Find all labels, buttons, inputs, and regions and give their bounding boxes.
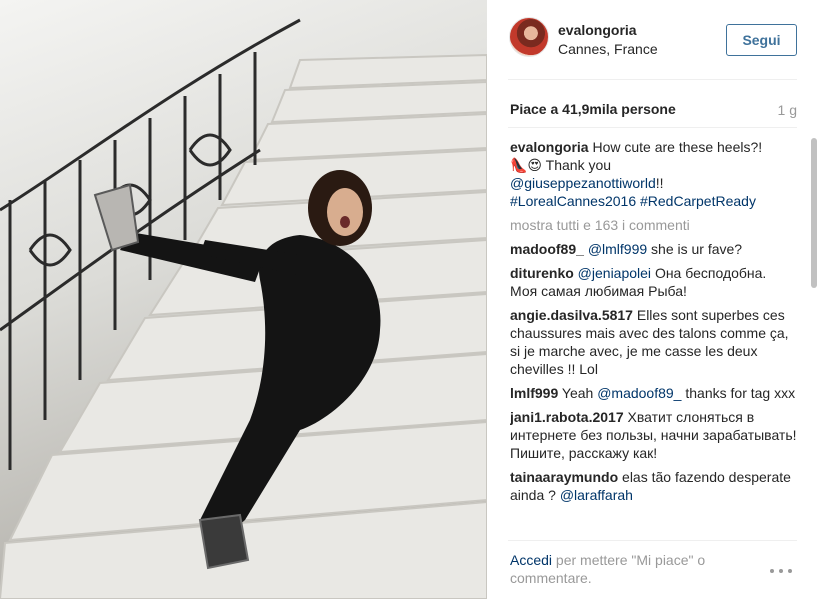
footer-divider [508,540,797,541]
comments-scrollbar[interactable] [811,138,817,534]
comment-username[interactable]: angie.dasilva.5817 [510,307,633,323]
view-all-comments-link[interactable]: mostra tutti e 163 i commenti [510,216,797,234]
post-photo[interactable] [0,0,487,599]
comment-text: Yeah [561,385,594,401]
comment-mention[interactable]: @madoof89_ [597,385,681,401]
caption-emoji: 👠😍 [510,157,543,173]
login-link[interactable]: Accedi [510,552,552,568]
follow-button[interactable]: Segui [726,24,797,56]
comment-text-after: thanks for tag xxx [685,385,796,401]
comment-item: tainaaraymundo elas tão fazendo desperat… [510,468,797,504]
comment-username[interactable]: madoof89_ [510,241,584,257]
login-prompt: Accedi per mettere "Mi piace" o commenta… [510,551,750,587]
caption-text-2: Thank you [545,157,612,173]
author-username[interactable]: evalongoria [558,22,637,38]
caption-mention[interactable]: @giuseppezanottiworld [510,175,656,191]
caption-text: How cute are these heels?! [592,139,763,155]
dot-icon [770,569,774,573]
comment-mention[interactable]: @jeniapolei [578,265,651,281]
comment-item: jani1.rabota.2017 Хватит слоняться в инт… [510,408,797,462]
comment-item: lmlf999 Yeah @madoof89_ thanks for tag x… [510,384,797,402]
comment-username[interactable]: jani1.rabota.2017 [510,409,624,425]
comment-item: diturenko @jeniapolei Она бесподобна. Мо… [510,264,797,300]
header-divider [508,79,797,80]
comment-mention[interactable]: @lmlf999 [588,241,647,257]
caption-username[interactable]: evalongoria [510,139,589,155]
comment-username[interactable]: lmlf999 [510,385,558,401]
dot-icon [779,569,783,573]
more-options-icon[interactable] [770,560,800,573]
caption-text-3: !! [655,175,664,191]
dot-icon [788,569,792,573]
comment-item: angie.dasilva.5817 Elles sont superbes c… [510,306,797,378]
likes-divider [508,127,797,128]
post-side-panel: evalongoria Cannes, France Segui Piace a… [487,0,823,599]
likes-count[interactable]: Piace a 41,9mila persone [510,101,676,117]
avatar[interactable] [509,17,549,57]
comment-username[interactable]: tainaaraymundo [510,469,618,485]
comment-item: madoof89_ @lmlf999 she is ur fave? [510,240,797,258]
post-time[interactable]: 1 g [778,102,797,118]
post-header: evalongoria Cannes, France Segui [487,0,823,80]
comment-text: she is ur fave? [651,241,743,257]
scrollbar-thumb[interactable] [811,138,817,288]
comments-list[interactable]: evalongoria How cute are these heels?! 👠… [510,138,797,534]
comment-mention[interactable]: @laraffarah [560,487,633,503]
comment-username[interactable]: diturenko [510,265,574,281]
photo-illustration [0,18,487,599]
caption-hashtags[interactable]: #LorealCannes2016 #RedCarpetReady [510,193,756,209]
caption: evalongoria How cute are these heels?! 👠… [510,138,797,210]
post-location[interactable]: Cannes, France [558,41,658,57]
